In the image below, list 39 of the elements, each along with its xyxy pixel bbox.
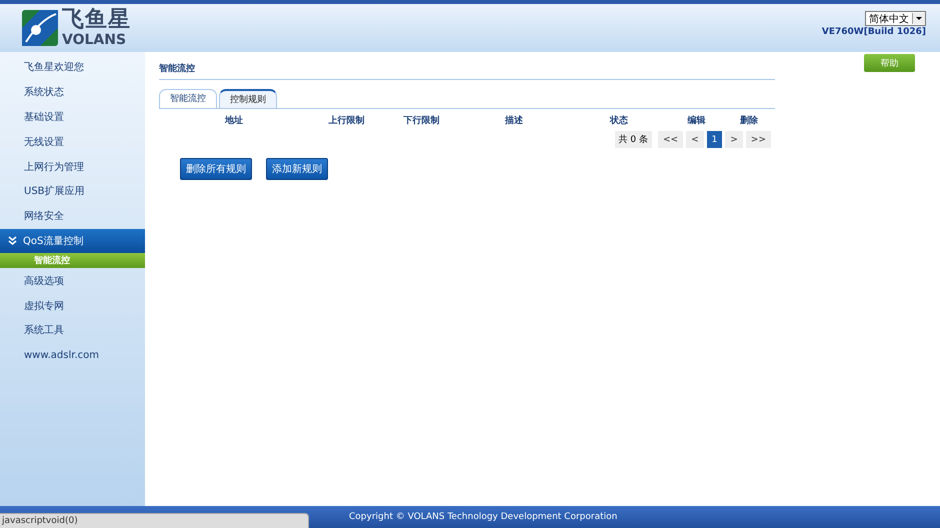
column-header: 描述 <box>504 114 524 126</box>
next-page-button[interactable]: > <box>725 131 743 148</box>
column-header: 上行限制 <box>328 114 366 126</box>
sidebar-item[interactable]: QoS流量控制 <box>0 228 145 254</box>
column-header: 编辑 <box>686 114 706 126</box>
language-select[interactable]: 简体中文 <box>865 11 926 26</box>
sidebar-item[interactable]: 上网行为管理 <box>0 154 145 179</box>
action-button[interactable]: 添加新规则 <box>266 158 328 180</box>
column-header: 删除 <box>739 114 759 126</box>
sidebar-item[interactable]: 高级选项 <box>0 268 145 294</box>
first-page-button[interactable]: << <box>658 131 684 148</box>
sidebar-item[interactable]: 系统工具 <box>0 318 145 343</box>
page-title: 智能流控 <box>159 57 775 80</box>
sidebar-item[interactable]: 网络安全 <box>0 204 145 229</box>
sidebar-item[interactable]: www.adslr.com <box>0 342 145 368</box>
sidebar-item[interactable]: 飞鱼星欢迎您 <box>0 55 145 80</box>
logo-text: 飞鱼星 <box>62 9 131 31</box>
sidebar-item[interactable]: USB扩展应用 <box>0 178 145 204</box>
copyright-text: Copyright © VOLANS Technology Development Corporation <box>349 512 618 522</box>
column-header: 下行限制 <box>402 114 440 126</box>
last-page-button[interactable]: >> <box>746 131 771 148</box>
logo-icon <box>22 10 58 46</box>
sidebar-item[interactable]: 虚拟专网 <box>0 293 145 318</box>
chevron-down-icon <box>8 236 17 246</box>
previous-page-button[interactable]: < <box>686 131 704 148</box>
version-text: VE760W[Build 1026] <box>822 27 926 37</box>
tab[interactable]: 控制规则 <box>219 89 277 108</box>
sidebar-item[interactable]: 无线设置 <box>0 129 145 154</box>
tab[interactable]: 智能流控 <box>159 89 217 108</box>
action-button[interactable]: 删除所有规则 <box>180 158 252 180</box>
page-button[interactable]: 1 <box>706 131 722 148</box>
column-header: 地址 <box>224 114 244 126</box>
status-bar: javascriptvoid(0) <box>0 513 309 528</box>
sidebar-item[interactable]: 系统状态 <box>0 80 145 105</box>
total-count: 共 0 条 <box>614 131 652 148</box>
logo-text: VOLANS <box>62 33 128 47</box>
column-header: 状态 <box>608 114 629 126</box>
caret-icon <box>912 13 925 24</box>
sidebar-item[interactable]: 基础设置 <box>0 104 145 130</box>
